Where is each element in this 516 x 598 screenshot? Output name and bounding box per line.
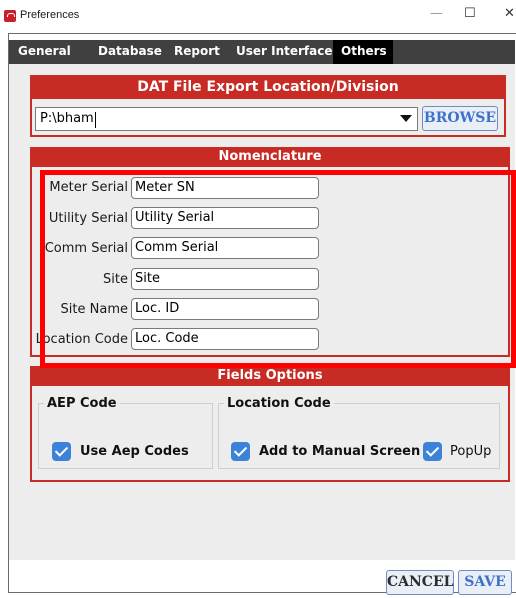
tab-others[interactable]: Others	[341, 44, 387, 58]
popup-checkbox[interactable]	[423, 442, 442, 461]
nomenclature-heading: Nomenclature	[30, 147, 510, 167]
add-to-manual-screen-checkbox[interactable]	[231, 442, 250, 461]
maximize-button[interactable]: ☐	[464, 6, 476, 21]
close-button[interactable]: ✕	[504, 6, 515, 21]
use-aep-codes-checkbox[interactable]	[52, 442, 71, 461]
browse-button[interactable]: BROWSE	[422, 106, 498, 131]
text-caret	[95, 112, 96, 128]
export-section-heading: DAT File Export Location/Division	[30, 75, 506, 99]
export-path-value: P:\bham	[40, 111, 94, 126]
tab-user-interface[interactable]: User Interface	[236, 44, 333, 58]
minimize-button[interactable]: —	[430, 6, 443, 21]
app-icon	[4, 10, 16, 22]
chevron-down-icon[interactable]	[400, 115, 412, 122]
export-path-combobox[interactable]: P:\bham	[35, 107, 418, 131]
add-to-manual-screen-label: Add to Manual Screen	[259, 444, 421, 459]
location-code-group-title: Location Code	[224, 396, 334, 411]
highlight-annotation-rectangle	[40, 170, 516, 368]
window-title: Preferences	[20, 9, 80, 21]
cancel-button[interactable]: CANCEL	[386, 570, 454, 595]
fields-options-heading: Fields Options	[30, 366, 510, 386]
save-button[interactable]: SAVE	[458, 570, 512, 595]
location-code-group	[218, 403, 500, 469]
aep-code-group-title: AEP Code	[44, 396, 120, 411]
use-aep-codes-label: Use Aep Codes	[80, 444, 189, 459]
title-bar: Preferences — ☐ ✕	[0, 0, 516, 33]
tab-general[interactable]: General	[18, 44, 71, 58]
tab-report[interactable]: Report	[174, 44, 220, 58]
popup-label: PopUp	[450, 444, 492, 459]
tab-database[interactable]: Database	[98, 44, 162, 58]
